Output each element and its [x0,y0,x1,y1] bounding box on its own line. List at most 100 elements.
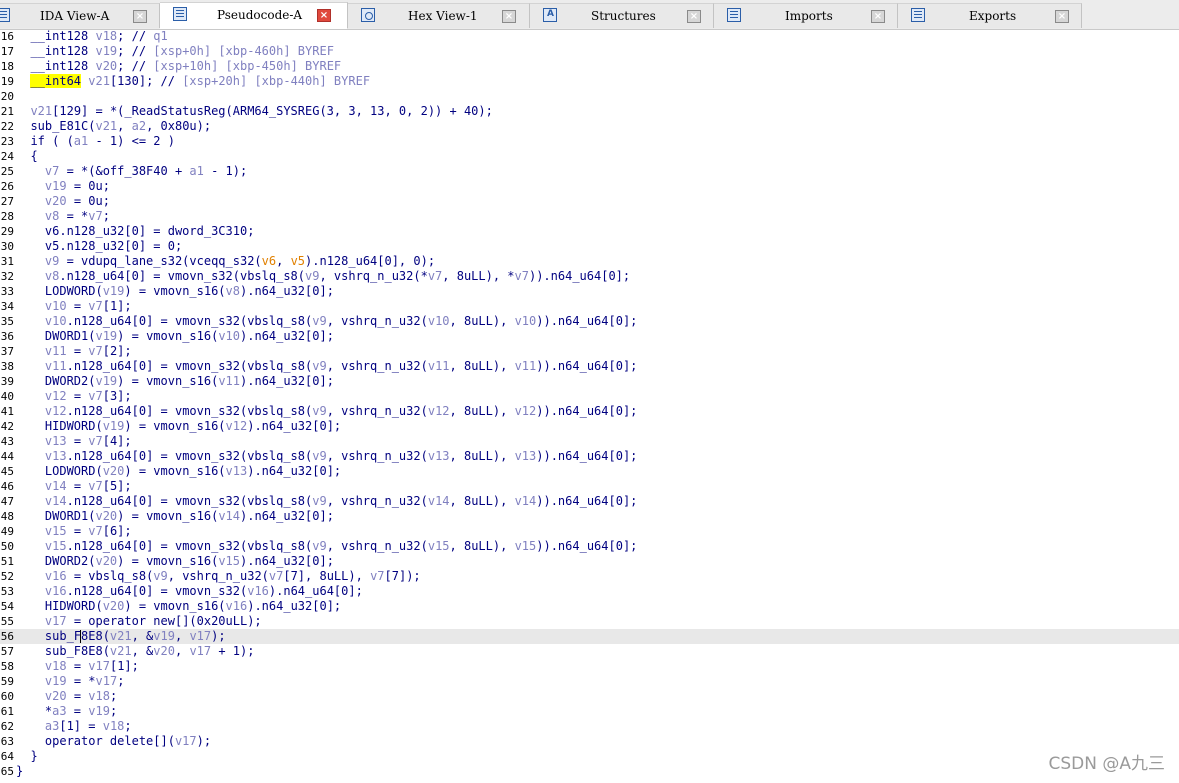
code-text: v15 = v7[6]; [44,524,132,538]
line-number: 53 [0,585,14,598]
code-line[interactable]: 52 v16 = vbslq_s8(v9, vshrq_n_u32(v7[7],… [0,569,1179,584]
line-number: 42 [0,420,14,433]
line-number: 18 [0,60,14,73]
code-line[interactable]: 30 v5.n128_u32[0] = 0; [0,239,1179,254]
tab-exports[interactable]: Exports × [898,3,1082,28]
code-line[interactable]: 60 v20 = v18; [0,689,1179,704]
imports-icon [727,8,741,22]
code-line[interactable]: 45 LODWORD(v20) = vmovn_s16(v13).n64_u32… [0,464,1179,479]
code-line[interactable]: 50 v15.n128_u64[0] = vmovn_s32(vbslq_s8(… [0,539,1179,554]
code-text: if ( (a1 - 1) <= 2 ) [16,134,175,148]
code-text: LODWORD(v19) = vmovn_s16(v8).n64_u32[0]; [16,284,334,298]
code-line[interactable]: 49 v15 = v7[6]; [0,524,1179,539]
tab-ida-view-a[interactable]: IDA View-A × [0,3,160,28]
tab-label: Hex View-1 [408,9,478,23]
code-line[interactable]: 51 DWORD2(v20) = vmovn_s16(v15).n64_u32[… [0,554,1179,569]
code-line[interactable]: 58 v18 = v17[1]; [0,659,1179,674]
code-line[interactable]: 24 { [0,149,1179,164]
tab-pseudocode-a[interactable]: Pseudocode-A × [160,2,348,29]
code-line[interactable]: 57 sub_F8E8(v21, &v20, v17 + 1); [0,644,1179,659]
code-line[interactable]: 40 v12 = v7[3]; [0,389,1179,404]
code-line[interactable]: 23 if ( (a1 - 1) <= 2 ) [0,134,1179,149]
code-line[interactable]: 65} [0,764,1179,779]
code-text: DWORD2(v19) = vmovn_s16(v11).n64_u32[0]; [16,374,334,388]
code-text: } [16,764,24,778]
line-number: 39 [0,375,14,388]
line-number: 41 [0,405,14,418]
code-line[interactable]: 35 v10.n128_u64[0] = vmovn_s32(vbslq_s8(… [0,314,1179,329]
code-line[interactable]: 21 v21[129] = *(_ReadStatusReg(ARM64_SYS… [0,104,1179,119]
code-line[interactable]: 31 v9 = vdupq_lane_s32(vceqq_s32(v6, v5)… [0,254,1179,269]
tab-label: Pseudocode-A [217,8,303,22]
line-number: 17 [0,45,14,58]
tab-label: IDA View-A [40,9,110,23]
code-text: { [16,149,38,163]
code-line[interactable]: 47 v14.n128_u64[0] = vmovn_s32(vbslq_s8(… [0,494,1179,509]
code-line[interactable]: 61 *a3 = v19; [0,704,1179,719]
code-line[interactable]: 54 HIDWORD(v20) = vmovn_s16(v16).n64_u32… [0,599,1179,614]
line-number: 30 [0,240,14,253]
code-text: __int128 v19; // [xsp+0h] [xbp-460h] BYR… [16,44,334,58]
code-text: v13 = v7[4]; [44,434,132,448]
code-line[interactable]: 16 __int128 v18; // q1 [0,29,1179,44]
code-line[interactable]: 42 HIDWORD(v19) = vmovn_s16(v12).n64_u32… [0,419,1179,434]
close-icon[interactable]: × [317,9,331,22]
code-text: DWORD2(v20) = vmovn_s16(v15).n64_u32[0]; [16,554,334,568]
code-line[interactable]: 38 v11.n128_u64[0] = vmovn_s32(vbslq_s8(… [0,359,1179,374]
code-line[interactable]: 56 sub_F8E8(v21, &v19, v17); [0,629,1179,644]
code-line[interactable]: 25 v7 = *(&off_38F40 + a1 - 1); [0,164,1179,179]
line-number: 34 [0,300,14,313]
code-line[interactable]: 20 [0,89,1179,104]
tab-hex-view-1[interactable]: Hex View-1 × [348,3,530,28]
close-icon[interactable]: × [1055,10,1069,23]
close-icon[interactable]: × [133,10,147,23]
code-line[interactable]: 32 v8.n128_u64[0] = vmovn_s32(vbslq_s8(v… [0,269,1179,284]
code-line[interactable]: 46 v14 = v7[5]; [0,479,1179,494]
code-text: v12.n128_u64[0] = vmovn_s32(vbslq_s8(v9,… [44,404,638,418]
close-icon[interactable]: × [502,10,516,23]
code-line[interactable]: 26 v19 = 0u; [0,179,1179,194]
code-line[interactable]: 63 operator delete[](v17); [0,734,1179,749]
code-line[interactable]: 22 sub_E81C(v21, a2, 0x80u); [0,119,1179,134]
code-line[interactable]: 37 v11 = v7[2]; [0,344,1179,359]
close-icon[interactable]: × [687,10,701,23]
tab-label: Imports [785,9,833,23]
code-line[interactable]: 62 a3[1] = v18; [0,719,1179,734]
code-text: sub_F8E8(v21, &v20, v17 + 1); [16,644,255,658]
line-number: 62 [0,720,14,733]
line-number: 64 [0,750,14,763]
code-line[interactable]: 55 v17 = operator new[](0x20uLL); [0,614,1179,629]
close-icon[interactable]: × [871,10,885,23]
code-text: v10.n128_u64[0] = vmovn_s32(vbslq_s8(v9,… [44,314,638,328]
code-line[interactable]: 19 __int64 v21[130]; // [xsp+20h] [xbp-4… [0,74,1179,89]
line-number: 60 [0,690,14,703]
ida-view-icon [0,8,10,22]
code-line[interactable]: 64 } [0,749,1179,764]
code-line[interactable]: 44 v13.n128_u64[0] = vmovn_s32(vbslq_s8(… [0,449,1179,464]
code-text: a3[1] = v18; [44,719,132,733]
code-line[interactable]: 28 v8 = *v7; [0,209,1179,224]
code-line[interactable]: 53 v16.n128_u64[0] = vmovn_s32(v16).n64_… [0,584,1179,599]
tab-structures[interactable]: Structures × [530,3,714,28]
code-text: v15.n128_u64[0] = vmovn_s32(vbslq_s8(v9,… [44,539,638,553]
pseudocode-view[interactable]: 16 __int128 v18; // q1 17 __int128 v19; /… [0,29,1179,783]
code-line[interactable]: 34 v10 = v7[1]; [0,299,1179,314]
code-line[interactable]: 33 LODWORD(v19) = vmovn_s16(v8).n64_u32[… [0,284,1179,299]
line-number: 57 [0,645,14,658]
code-line[interactable]: 39 DWORD2(v19) = vmovn_s16(v11).n64_u32[… [0,374,1179,389]
code-line[interactable]: 43 v13 = v7[4]; [0,434,1179,449]
code-text: __int128 v18; // q1 [16,29,168,43]
line-number: 51 [0,555,14,568]
code-line[interactable]: 27 v20 = 0u; [0,194,1179,209]
line-number: 35 [0,315,14,328]
code-line[interactable]: 17 __int128 v19; // [xsp+0h] [xbp-460h] … [0,44,1179,59]
line-number: 40 [0,390,14,403]
code-line[interactable]: 29 v6.n128_u32[0] = dword_3C310; [0,224,1179,239]
tab-imports[interactable]: Imports × [714,3,898,28]
code-line[interactable]: 59 v19 = *v17; [0,674,1179,689]
code-line[interactable]: 18 __int128 v20; // [xsp+10h] [xbp-450h]… [0,59,1179,74]
code-text: v10 = v7[1]; [44,299,132,313]
code-line[interactable]: 41 v12.n128_u64[0] = vmovn_s32(vbslq_s8(… [0,404,1179,419]
code-line[interactable]: 48 DWORD1(v20) = vmovn_s16(v14).n64_u32[… [0,509,1179,524]
code-line[interactable]: 36 DWORD1(v19) = vmovn_s16(v10).n64_u32[… [0,329,1179,344]
